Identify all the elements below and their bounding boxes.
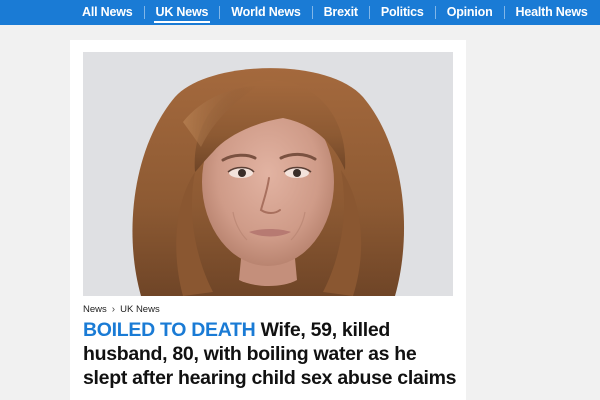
nav-item-health-news[interactable]: Health News — [505, 0, 599, 25]
chevron-right-icon: › — [111, 304, 116, 315]
article-card: News › UK News BOILED TO DEATH Wife, 59,… — [70, 40, 466, 400]
nav-item-politics[interactable]: Politics — [370, 0, 435, 25]
nav-item-brexit[interactable]: Brexit — [313, 0, 369, 25]
nav-item-opinion[interactable]: Opinion — [436, 0, 504, 25]
article-headline[interactable]: BOILED TO DEATH Wife, 59, killed husband… — [83, 318, 463, 390]
top-navigation: All News UK News World News Brexit Polit… — [0, 0, 600, 25]
breadcrumb: News › UK News — [83, 304, 160, 315]
nav-item-uk-news[interactable]: UK News — [145, 0, 220, 25]
headline-kicker: BOILED TO DEATH — [83, 319, 256, 341]
nav-item-world-news[interactable]: World News — [220, 0, 311, 25]
article-hero-image[interactable] — [83, 52, 453, 296]
breadcrumb-news-link[interactable]: News — [83, 304, 107, 315]
portrait-photo — [83, 52, 453, 296]
nav-item-all-news[interactable]: All News — [70, 0, 144, 25]
breadcrumb-uk-news-link[interactable]: UK News — [120, 304, 160, 315]
